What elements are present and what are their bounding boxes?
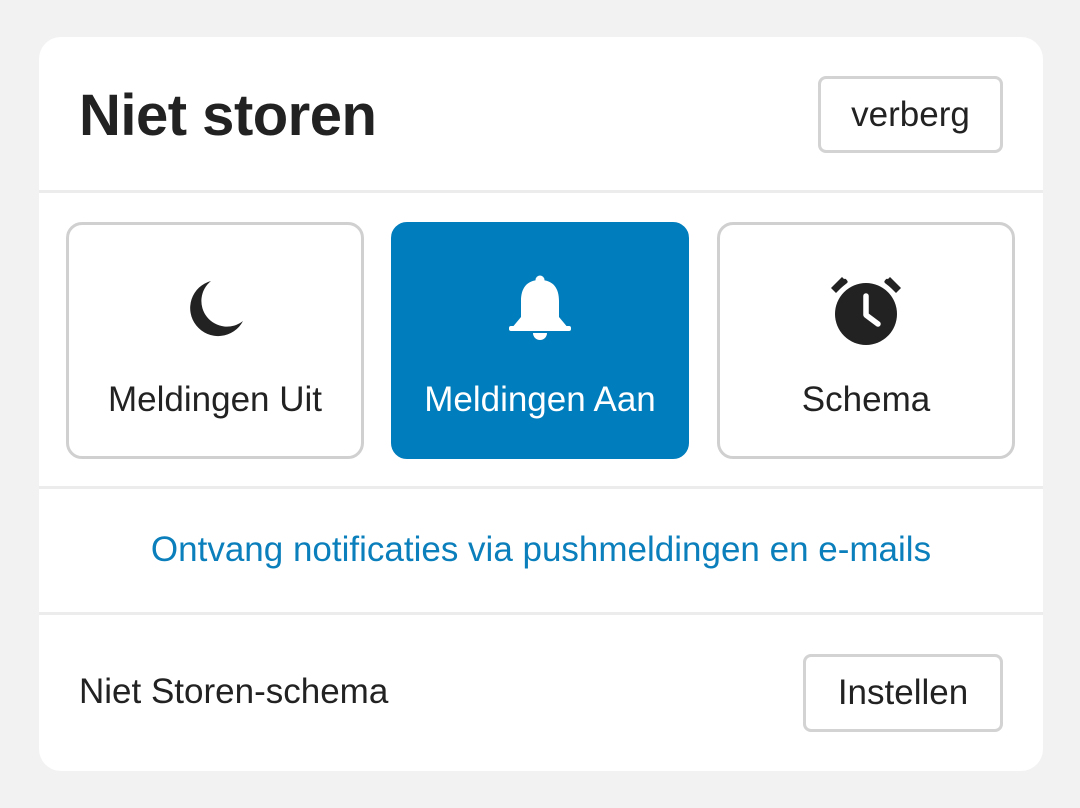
notification-info-link[interactable]: Ontvang notificaties via pushmeldingen e… [39, 527, 1043, 573]
mode-selector: Meldingen Uit Meldingen Aan Schema [39, 193, 1043, 489]
schedule-label: Niet Storen-schema [79, 672, 389, 711]
panel-header: Niet storen verberg [39, 37, 1043, 193]
hide-button[interactable]: verberg [818, 76, 1003, 153]
mode-label: Meldingen Uit [108, 380, 322, 419]
set-schedule-button[interactable]: Instellen [803, 654, 1003, 732]
alarm-clock-icon [828, 271, 904, 347]
schedule-row: Niet Storen-schema Instellen [39, 615, 1043, 771]
mode-label: Meldingen Aan [424, 380, 656, 419]
do-not-disturb-panel: Niet storen verberg Meldingen Uit Meldin… [39, 37, 1043, 771]
bell-icon [502, 271, 578, 347]
info-section: Ontvang notificaties via pushmeldingen e… [39, 489, 1043, 615]
panel-title: Niet storen [79, 83, 377, 148]
mode-label: Schema [801, 380, 931, 419]
moon-icon [177, 271, 253, 347]
mode-schedule[interactable]: Schema [717, 222, 1015, 459]
mode-notifications-off[interactable]: Meldingen Uit [66, 222, 364, 459]
mode-notifications-on[interactable]: Meldingen Aan [391, 222, 689, 459]
